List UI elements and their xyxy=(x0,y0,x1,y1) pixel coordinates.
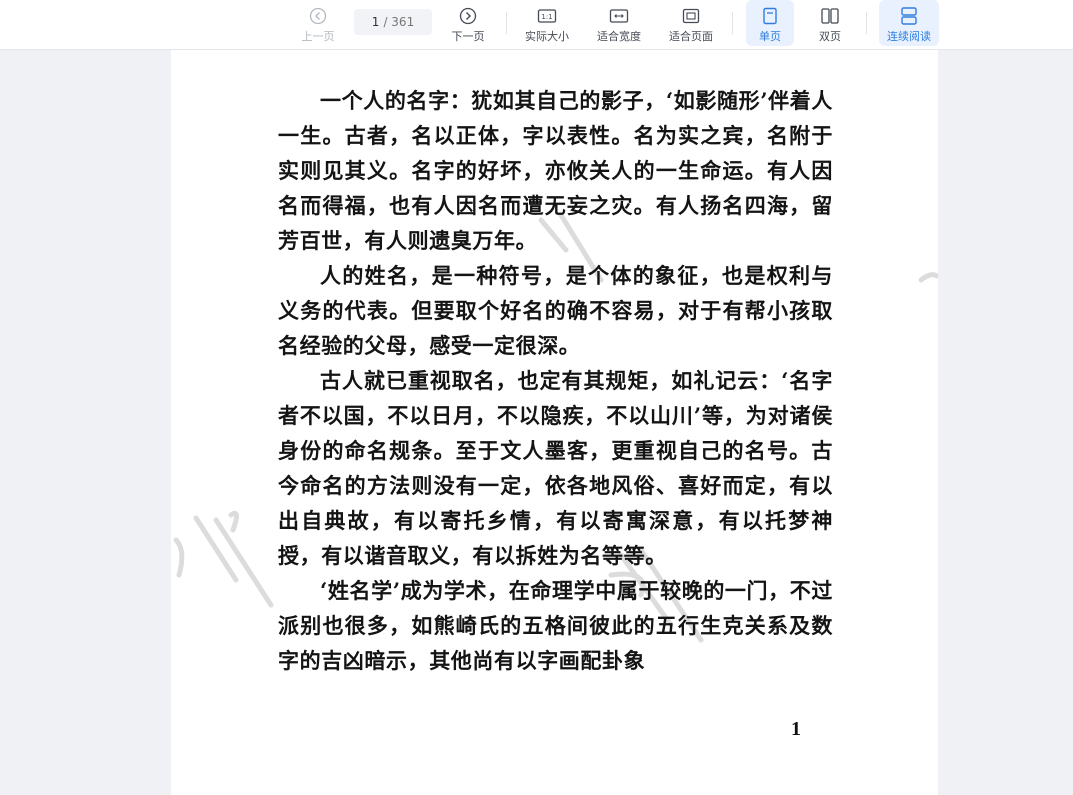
total-pages: / 361 xyxy=(383,15,415,29)
fit-width-icon xyxy=(609,6,629,26)
single-page-icon xyxy=(760,6,780,26)
toolbar-divider xyxy=(506,12,507,34)
fit-page-button[interactable]: 适合页面 xyxy=(662,0,720,46)
fit-page-icon xyxy=(681,6,701,26)
continuous-reading-label: 连续阅读 xyxy=(887,30,931,43)
paragraph: 一个人的名字：犹如其自己的影子，‘如影随形’伴着人一生。古者，名以正体，字以表性… xyxy=(278,88,833,253)
paragraph: 人的姓名，是一种符号，是个体的象征，也是权利与义务的代表。但要取个好名的确不容易… xyxy=(278,263,833,358)
double-page-icon xyxy=(820,6,840,26)
reader-toolbar: 上一页 1 / 361 下一页 1:1 实际大小 适合宽度 适合页面 单页 双页… xyxy=(0,0,1073,50)
current-page-input[interactable]: 1 xyxy=(372,15,380,29)
document-page: 一个人的名字：犹如其自己的影子，‘如影随形’伴着人一生。古者，名以正体，字以表性… xyxy=(171,50,938,795)
chevron-right-circle-icon xyxy=(458,6,478,26)
next-page-label: 下一页 xyxy=(451,30,485,43)
prev-page-button[interactable]: 上一页 xyxy=(292,0,344,46)
page-number: 1 xyxy=(791,718,801,740)
double-page-label: 双页 xyxy=(819,30,841,43)
continuous-reading-icon xyxy=(899,6,919,26)
actual-size-label: 实际大小 xyxy=(525,30,569,43)
toolbar-divider xyxy=(732,12,733,34)
single-page-label: 单页 xyxy=(759,30,781,43)
document-body: 一个人的名字：犹如其自己的影子，‘如影随形’伴着人一生。古者，名以正体，字以表性… xyxy=(278,83,833,678)
toolbar-divider xyxy=(866,12,867,34)
continuous-reading-button[interactable]: 连续阅读 xyxy=(879,0,939,46)
fit-page-label: 适合页面 xyxy=(669,30,713,43)
double-page-button[interactable]: 双页 xyxy=(806,0,854,46)
paragraph: 古人就已重视取名，也定有其规矩，如礼记云：‘名字者不以国，不以日月，不以隐疾，不… xyxy=(278,368,833,568)
actual-size-icon: 1:1 xyxy=(537,6,557,26)
actual-size-button[interactable]: 1:1 实际大小 xyxy=(518,0,576,46)
actual-size-glyph: 1:1 xyxy=(541,13,552,21)
page-indicator[interactable]: 1 / 361 xyxy=(354,9,432,35)
fit-width-button[interactable]: 适合宽度 xyxy=(590,0,648,46)
next-page-button[interactable]: 下一页 xyxy=(442,0,494,46)
chevron-left-circle-icon xyxy=(308,6,328,26)
paragraph: ‘姓名学’成为学术，在命理学中属于较晚的一门，不过派别也很多，如熊崎氏的五格间彼… xyxy=(278,578,833,673)
single-page-button[interactable]: 单页 xyxy=(746,0,794,46)
fit-width-label: 适合宽度 xyxy=(597,30,641,43)
prev-page-label: 上一页 xyxy=(301,30,335,43)
